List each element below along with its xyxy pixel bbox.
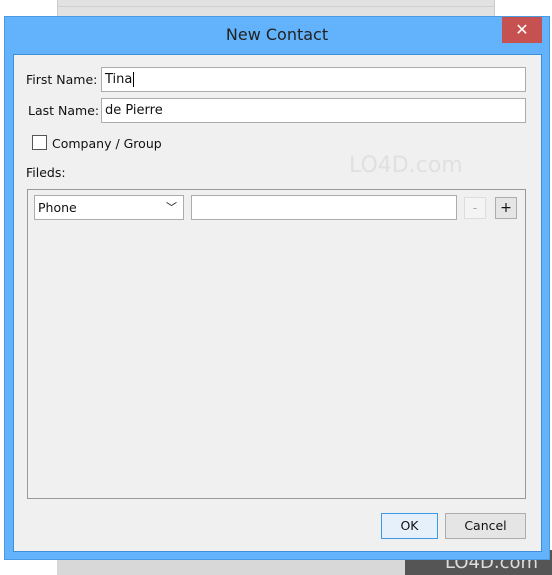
fields-label: Fileds:: [26, 165, 66, 180]
company-group-label: Company / Group: [52, 136, 162, 151]
fields-group: Phone ﹀ - +: [27, 189, 526, 499]
dialog-title: New Contact: [225, 25, 329, 44]
dialog-body: First Name: Tina Last Name: de Pierre Co…: [13, 54, 542, 552]
field-value-input[interactable]: [191, 195, 457, 220]
field-type-select[interactable]: Phone ﹀: [34, 195, 184, 220]
close-button[interactable]: ✕: [502, 17, 542, 43]
last-name-label: Last Name:: [28, 103, 100, 118]
new-contact-dialog: New Contact ✕ First Name: Tina Last Name…: [4, 16, 550, 560]
cancel-button[interactable]: Cancel: [445, 513, 526, 539]
first-name-input[interactable]: Tina: [101, 67, 526, 92]
ok-button[interactable]: OK: [381, 513, 438, 539]
watermark: LO4D.com: [349, 153, 463, 178]
close-icon: ✕: [515, 20, 529, 39]
background-window-bottom: [57, 560, 407, 575]
background-window: [57, 0, 495, 16]
company-group-checkbox[interactable]: [32, 135, 47, 150]
add-field-button[interactable]: +: [495, 197, 517, 219]
remove-field-button[interactable]: -: [464, 197, 486, 219]
chevron-down-icon: ﹀: [166, 201, 177, 214]
first-name-label: First Name:: [26, 72, 98, 87]
last-name-input[interactable]: de Pierre: [101, 98, 526, 123]
